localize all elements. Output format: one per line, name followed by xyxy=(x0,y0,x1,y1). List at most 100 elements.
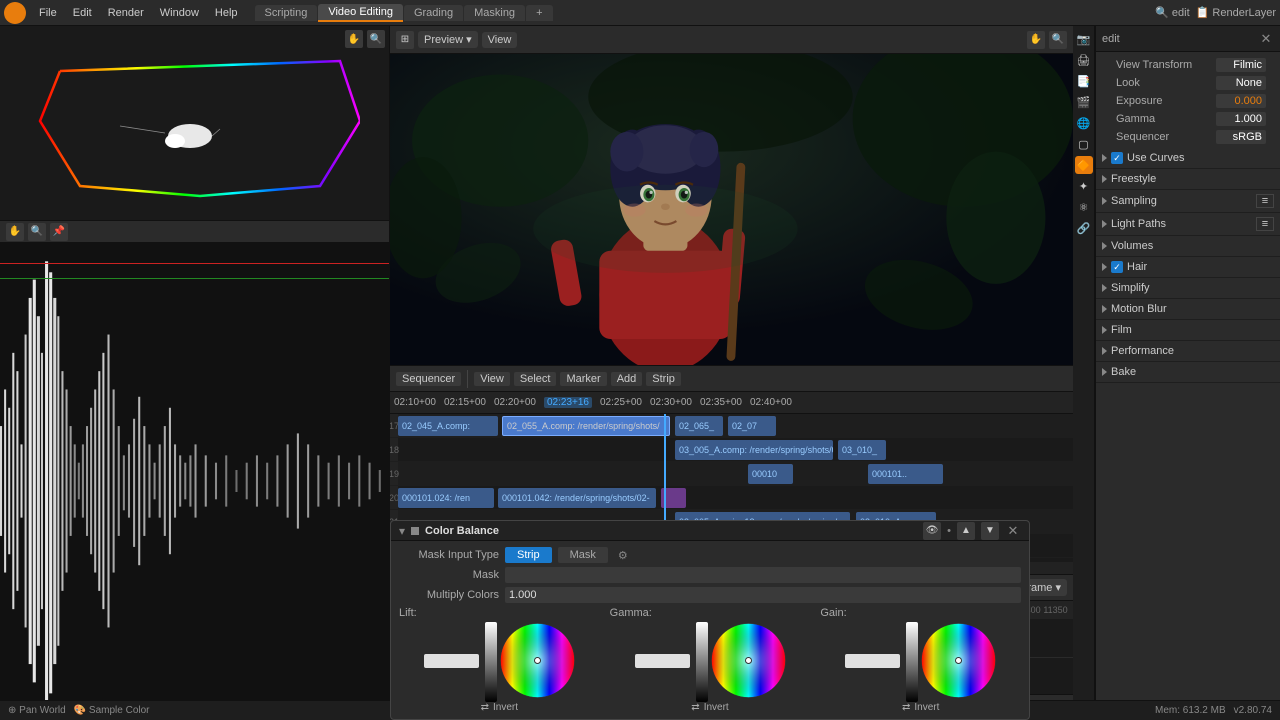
menu-edit[interactable]: Edit xyxy=(66,5,99,21)
menu-window[interactable]: Window xyxy=(153,5,206,21)
cb-multiply-value[interactable]: 1.000 xyxy=(505,587,1021,603)
seq-value[interactable]: sRGB xyxy=(1216,130,1266,144)
freestyle-header[interactable]: Freestyle xyxy=(1096,169,1280,189)
cb-expand-icon[interactable]: ▾ xyxy=(399,524,405,538)
clip-000101042[interactable]: 000101.042: /render/spring/shots/02- xyxy=(498,488,656,508)
section-bake: Bake xyxy=(1096,362,1280,383)
menu-help[interactable]: Help xyxy=(208,5,245,21)
hair-checkbox[interactable]: ✓ xyxy=(1111,261,1123,273)
prop-object-icon[interactable]: ▢ xyxy=(1075,135,1093,153)
freestyle-label: Freestyle xyxy=(1111,173,1156,185)
sampling-header[interactable]: Sampling ≡ xyxy=(1096,190,1280,212)
film-header[interactable]: Film xyxy=(1096,320,1280,340)
view-transform-row: View Transform Filmic xyxy=(1102,56,1274,74)
cb-gain-input[interactable] xyxy=(845,654,900,668)
seq-select-btn[interactable]: Select xyxy=(514,372,557,386)
use-curves-header[interactable]: ✓ Use Curves xyxy=(1096,148,1280,168)
clip-02055[interactable]: 02_055_A.comp: /render/spring/shots/ xyxy=(502,416,670,436)
tab-add[interactable]: + xyxy=(526,5,552,21)
cb-gain-wheel-container[interactable] xyxy=(921,623,996,701)
prop-active-icon[interactable]: 🔶 xyxy=(1075,156,1093,174)
seq-add-btn[interactable]: Add xyxy=(611,372,643,386)
vp-hand-icon[interactable]: ✋ xyxy=(1027,31,1045,49)
prop-view-layer-icon[interactable]: 📑 xyxy=(1075,72,1093,90)
clip-03010a[interactable]: 03_010_ xyxy=(838,440,886,460)
cb-gain-strip[interactable] xyxy=(906,622,918,702)
menu-file[interactable]: File xyxy=(32,5,64,21)
cb-lift-input[interactable] xyxy=(424,654,479,668)
simplify-header[interactable]: Simplify xyxy=(1096,278,1280,298)
waveform-zoom-icon[interactable]: 🔍 xyxy=(28,223,46,241)
light-paths-list-icon[interactable]: ≡ xyxy=(1256,217,1274,231)
cb-lift-section: Lift: xyxy=(399,607,600,713)
film-chevron xyxy=(1102,326,1107,334)
performance-header[interactable]: Performance xyxy=(1096,341,1280,361)
prop-particles-icon[interactable]: ✦ xyxy=(1075,177,1093,195)
bake-header[interactable]: Bake xyxy=(1096,362,1280,382)
light-paths-header[interactable]: Light Paths ≡ xyxy=(1096,213,1280,235)
prop-scene-icon[interactable]: 🎬 xyxy=(1075,93,1093,111)
rp-close-icon[interactable]: ✕ xyxy=(1258,31,1274,47)
prop-output-icon[interactable]: 🖨 xyxy=(1075,51,1093,69)
cb-gamma-strip[interactable] xyxy=(696,622,708,702)
seq-strip-btn[interactable]: Strip xyxy=(646,372,681,386)
seq-view-btn[interactable]: View xyxy=(474,372,510,386)
clip-0207[interactable]: 02_07 xyxy=(728,416,776,436)
tab-scripting[interactable]: Scripting xyxy=(255,5,318,21)
vp-icon1[interactable]: ⊞ xyxy=(396,31,414,49)
cb-settings-icon[interactable]: ⚙ xyxy=(618,549,628,562)
prop-world-icon[interactable]: 🌐 xyxy=(1075,114,1093,132)
vp-zoom-icon[interactable]: 🔍 xyxy=(1049,31,1067,49)
cb-down-icon[interactable]: ▼ xyxy=(981,522,999,540)
cb-close-icon[interactable]: ✕ xyxy=(1005,523,1021,539)
clip-02045[interactable]: 02_045_A.comp: xyxy=(398,416,498,436)
use-curves-checkbox[interactable]: ✓ xyxy=(1111,152,1123,164)
cb-mask-row: Mask xyxy=(399,567,1021,583)
menu-render[interactable]: Render xyxy=(101,5,151,21)
clip-000101024[interactable]: 000101.024: /ren xyxy=(398,488,494,508)
look-value[interactable]: None xyxy=(1216,76,1266,90)
exposure-value[interactable]: 0.000 xyxy=(1216,94,1266,108)
zoom-icon[interactable]: 🔍 xyxy=(367,30,385,48)
tab-video-editing[interactable]: Video Editing xyxy=(318,4,403,22)
center-right-area: ⊞ Preview ▾ View ✋ 🔍 xyxy=(390,26,1280,720)
prop-constraints-icon[interactable]: 🔗 xyxy=(1075,219,1093,237)
cb-mask-input[interactable] xyxy=(505,567,1021,583)
motion-blur-header[interactable]: Motion Blur xyxy=(1096,299,1280,319)
cb-lift-strip[interactable] xyxy=(485,622,497,702)
right-panel-wrapper: 📷 🖨 📑 🎬 🌐 ▢ 🔶 ✦ ⚛ 🔗 edit ✕ xyxy=(1073,26,1280,720)
clip-purple1[interactable] xyxy=(661,488,686,508)
tab-grading[interactable]: Grading xyxy=(404,5,463,21)
clip-00010[interactable]: 00010 xyxy=(748,464,793,484)
clip-03005a[interactable]: 03_005_A.comp: /render/spring/shots/03 xyxy=(675,440,833,460)
seq-dropdown[interactable]: Sequencer xyxy=(396,372,461,386)
section-simplify: Simplify xyxy=(1096,278,1280,299)
view-dropdown[interactable]: View xyxy=(482,32,518,48)
prop-physics-icon[interactable]: ⚛ xyxy=(1075,198,1093,216)
cb-eye-icon[interactable]: 👁 xyxy=(923,522,941,540)
preview-dropdown[interactable]: Preview ▾ xyxy=(418,31,478,48)
waveform-hand-icon[interactable]: ✋ xyxy=(6,223,24,241)
cb-strip-btn[interactable]: Strip xyxy=(505,547,552,563)
hair-header[interactable]: ✓ Hair xyxy=(1096,257,1280,277)
section-hair: ✓ Hair xyxy=(1096,257,1280,278)
cb-gamma-wheel-container[interactable] xyxy=(711,623,786,701)
waveform-panel: ✋ 🔍 📌 xyxy=(0,221,389,720)
seq-marker-btn[interactable]: Marker xyxy=(560,372,606,386)
cb-mask-btn[interactable]: Mask xyxy=(558,547,608,563)
gamma-value[interactable]: 1.000 xyxy=(1216,112,1266,126)
clip-02065[interactable]: 02_065_ xyxy=(675,416,723,436)
cb-lift-invert-arrows: ⇄ xyxy=(481,702,489,713)
vt-value[interactable]: Filmic xyxy=(1216,58,1266,72)
timecode-3: 02:20+00 xyxy=(494,397,536,408)
tab-masking[interactable]: Masking xyxy=(464,5,525,21)
cb-gamma-input[interactable] xyxy=(635,654,690,668)
volumes-header[interactable]: Volumes xyxy=(1096,236,1280,256)
cb-lift-wheel-container[interactable] xyxy=(500,623,575,701)
section-light-paths: Light Paths ≡ xyxy=(1096,213,1280,236)
sampling-list-icon[interactable]: ≡ xyxy=(1256,194,1274,208)
waveform-pin-icon[interactable]: 📌 xyxy=(50,223,68,241)
cb-up-icon[interactable]: ▲ xyxy=(957,522,975,540)
clip-000101b[interactable]: 000101.. xyxy=(868,464,943,484)
prop-render-icon[interactable]: 📷 xyxy=(1075,30,1093,48)
